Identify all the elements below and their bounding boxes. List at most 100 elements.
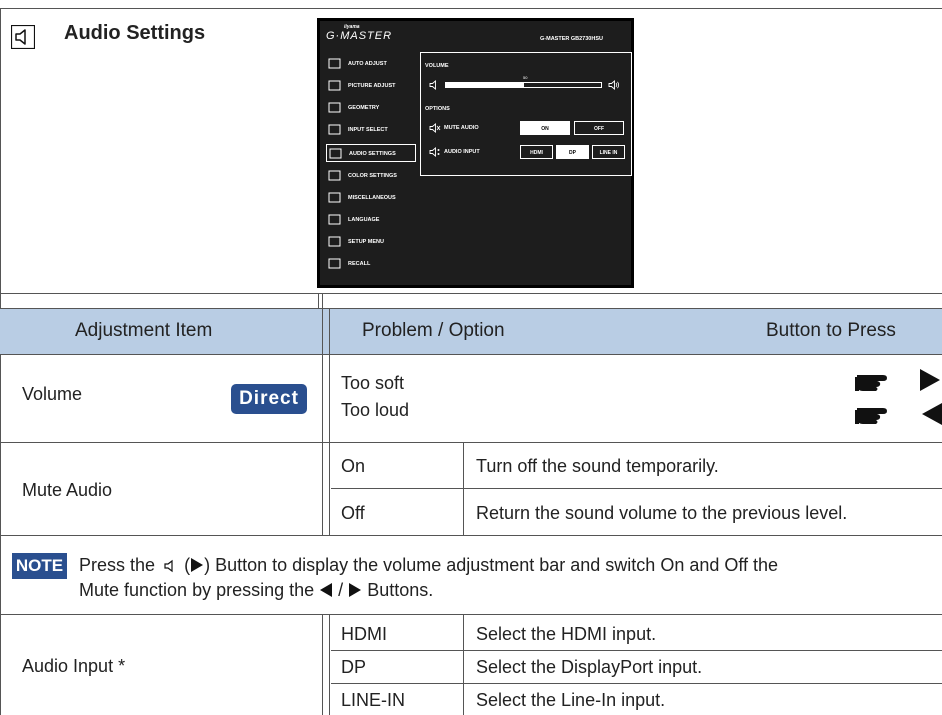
- note-badge: NOTE: [12, 553, 67, 579]
- osd-menu-item[interactable]: MISCELLANEOUS: [326, 189, 416, 207]
- osd-audio-input-icon: [429, 147, 440, 157]
- column-divider: [322, 614, 323, 715]
- osd-menu-label: PICTURE ADJUST: [348, 83, 396, 89]
- column-divider: [322, 293, 323, 308]
- right-triangle-icon: [191, 558, 204, 572]
- osd-volume-value: 50: [523, 75, 528, 80]
- left-triangle-icon: [922, 403, 942, 425]
- miscellaneous-icon: [328, 192, 341, 203]
- audio-settings-icon: [329, 148, 342, 159]
- osd-menu-label: AUTO ADJUST: [348, 61, 387, 67]
- audio-input-dp-option: DP: [341, 657, 367, 677]
- osd-menu-label: COLOR SETTINGS: [348, 173, 397, 179]
- osd-menu-item[interactable]: SETUP MENU: [326, 233, 416, 251]
- audio-input-label: Audio Input *: [22, 656, 126, 676]
- rule: [0, 308, 942, 309]
- left-border: [0, 8, 1, 715]
- osd-menu-label: GEOMETRY: [348, 105, 380, 111]
- speaker-icon: [11, 25, 35, 49]
- column-divider: [322, 308, 323, 535]
- rule: [331, 650, 942, 651]
- osd-input-dp-button[interactable]: DP: [556, 145, 589, 159]
- osd-mute-on-button[interactable]: ON: [520, 121, 570, 135]
- audio-input-hdmi-desc: Select the HDMI input.: [476, 624, 657, 644]
- osd-audio-input-label: AUDIO INPUT: [444, 149, 480, 155]
- mute-off-desc: Return the sound volume to the previous …: [476, 503, 848, 523]
- osd-screenshot: iiyama G·MASTER G-MASTER GB2730HSU AUTO …: [317, 18, 634, 288]
- mute-on-option: On: [341, 456, 366, 476]
- osd-menu-item[interactable]: INPUT SELECT: [326, 121, 416, 139]
- osd-model: G-MASTER GB2730HSU: [540, 36, 603, 42]
- note-text: /: [338, 580, 344, 600]
- osd-menu-item[interactable]: LANGUAGE: [326, 211, 416, 229]
- osd-brand: G·MASTER: [326, 30, 393, 42]
- column-divider: [463, 442, 464, 535]
- too-loud-text: Too loud: [341, 400, 410, 420]
- osd-volume-low-icon: [429, 80, 436, 90]
- osd-menu-label: MISCELLANEOUS: [348, 195, 396, 201]
- picture-adjust-icon: [328, 80, 341, 91]
- osd-menu-item[interactable]: RECALL: [326, 255, 416, 273]
- mute-off-option: Off: [341, 503, 365, 523]
- header-problem-option: Problem / Option: [362, 320, 505, 341]
- section-title: Audio Settings: [64, 22, 206, 44]
- left-triangle-icon: [320, 583, 333, 597]
- osd-input-hdmi-button[interactable]: HDMI: [520, 145, 553, 159]
- audio-input-linein-option: LINE-IN: [341, 690, 406, 710]
- input-select-icon: [328, 124, 341, 135]
- column-divider: [329, 308, 330, 535]
- mute-on-desc: Turn off the sound temporarily.: [476, 456, 719, 476]
- note-text: Press the: [79, 555, 156, 575]
- pointing-hand-icon: [855, 408, 887, 424]
- recall-icon: [328, 258, 341, 269]
- note-text: Mute function by pressing the: [79, 580, 315, 600]
- osd-volume-fill: [446, 83, 524, 87]
- osd-volume-label: VOLUME: [425, 63, 449, 69]
- osd-menu-item[interactable]: AUDIO SETTINGS: [326, 144, 416, 162]
- header-adjustment-item: Adjustment Item: [75, 320, 213, 341]
- osd-audio-panel: VOLUME 50 OPTIONS MUTE AUDIO ON OFF AUDI…: [420, 52, 632, 176]
- setup-menu-icon: [328, 236, 341, 247]
- right-triangle-icon: [920, 369, 940, 391]
- note-line-1: Press the () Button to display the volum…: [79, 555, 778, 576]
- osd-menu-item[interactable]: GEOMETRY: [326, 99, 416, 117]
- audio-input-dp-desc: Select the DisplayPort input.: [476, 657, 703, 677]
- geometry-icon: [328, 102, 341, 113]
- audio-input-hdmi-option: HDMI: [341, 624, 387, 644]
- osd-mute-icon: [429, 123, 441, 133]
- osd-input-linein-button[interactable]: LINE IN: [592, 145, 625, 159]
- note-line-2: Mute function by pressing the / Buttons.: [79, 580, 433, 601]
- rule: [0, 614, 942, 615]
- language-icon: [328, 214, 341, 225]
- audio-input-linein-desc: Select the Line-In input.: [476, 690, 666, 710]
- column-divider: [318, 293, 319, 308]
- osd-mute-label: MUTE AUDIO: [444, 125, 479, 131]
- rule: [0, 354, 942, 355]
- note-text: Buttons.: [367, 580, 434, 600]
- pointing-hand-icon: [855, 375, 887, 391]
- auto-adjust-icon: [328, 58, 341, 69]
- speaker-icon: [164, 559, 173, 573]
- osd-menu-item[interactable]: AUTO ADJUST: [326, 55, 416, 73]
- volume-label: Volume: [22, 384, 83, 404]
- color-settings-icon: [328, 170, 341, 181]
- osd-menu-label: SETUP MENU: [348, 239, 384, 245]
- osd-menu-item[interactable]: PICTURE ADJUST: [326, 77, 416, 95]
- too-soft-text: Too soft: [341, 373, 405, 393]
- top-border: [0, 8, 942, 9]
- note-text: ) Button to display the volume adjustmen…: [204, 555, 779, 575]
- column-divider: [463, 614, 464, 715]
- osd-menu-label: RECALL: [348, 261, 371, 267]
- osd-volume-high-icon: [608, 80, 620, 90]
- mute-audio-label: Mute Audio: [22, 480, 113, 500]
- osd-mute-off-button[interactable]: OFF: [574, 121, 624, 135]
- rule: [0, 535, 942, 536]
- rule: [331, 488, 942, 489]
- header-button-to-press: Button to Press: [766, 320, 896, 341]
- osd-menu-label: LANGUAGE: [348, 217, 380, 223]
- osd-volume-bar[interactable]: [445, 82, 602, 88]
- right-triangle-icon: [349, 583, 362, 597]
- column-divider: [329, 614, 330, 715]
- rule: [0, 293, 942, 294]
- osd-menu-item[interactable]: COLOR SETTINGS: [326, 167, 416, 185]
